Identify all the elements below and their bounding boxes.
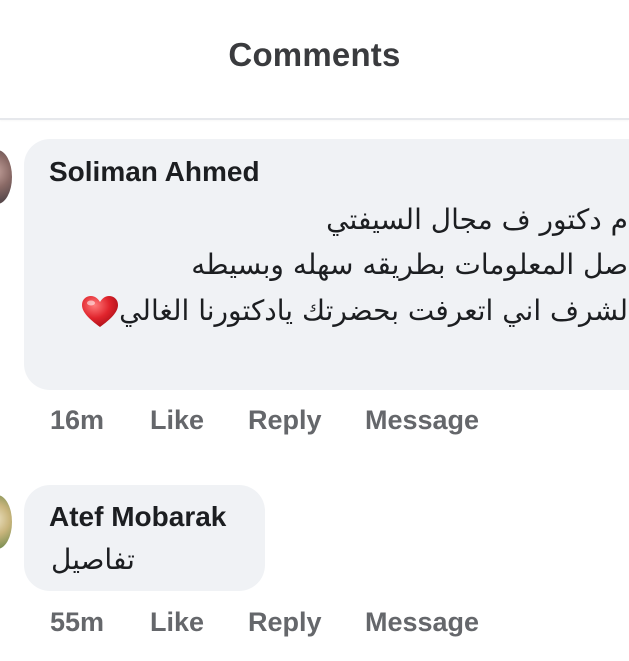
comments-header: Comments	[0, 0, 629, 120]
like-button[interactable]: Like	[150, 405, 204, 436]
comment-author[interactable]: Atef Mobarak	[49, 501, 226, 533]
comment-timestamp[interactable]: 16m	[50, 405, 104, 436]
like-button[interactable]: Like	[150, 607, 204, 638]
page-title: Comments	[228, 36, 401, 73]
comment-text-line: صل المعلومات بطريقه سهله وبسيطه	[191, 248, 628, 281]
message-button[interactable]: Message	[365, 607, 479, 638]
heart-icon	[82, 296, 119, 327]
avatar[interactable]	[0, 150, 12, 204]
comment-text-line: لشرف اني اتعرفت بحضرتك يادكتورنا الغالي	[119, 294, 628, 327]
comment-text-line-with-emoji: لشرف اني اتعرفت بحضرتك يادكتورنا الغالي	[75, 294, 628, 329]
comments-screen: Comments Soliman Ahmed م دكتور ف مجال ال…	[0, 0, 629, 661]
comment-text-line: تفاصيل	[51, 543, 135, 576]
comment-bubble: Soliman Ahmed م دكتور ف مجال السيفتي صل …	[24, 139, 629, 390]
comment-author[interactable]: Soliman Ahmed	[49, 156, 260, 188]
comment-bubble: Atef Mobarak تفاصيل	[24, 485, 265, 591]
avatar[interactable]	[0, 495, 12, 549]
comment-text-line: م دكتور ف مجال السيفتي	[326, 203, 628, 236]
message-button[interactable]: Message	[365, 405, 479, 436]
reply-button[interactable]: Reply	[248, 607, 322, 638]
comment-timestamp[interactable]: 55m	[50, 607, 104, 638]
reply-button[interactable]: Reply	[248, 405, 322, 436]
